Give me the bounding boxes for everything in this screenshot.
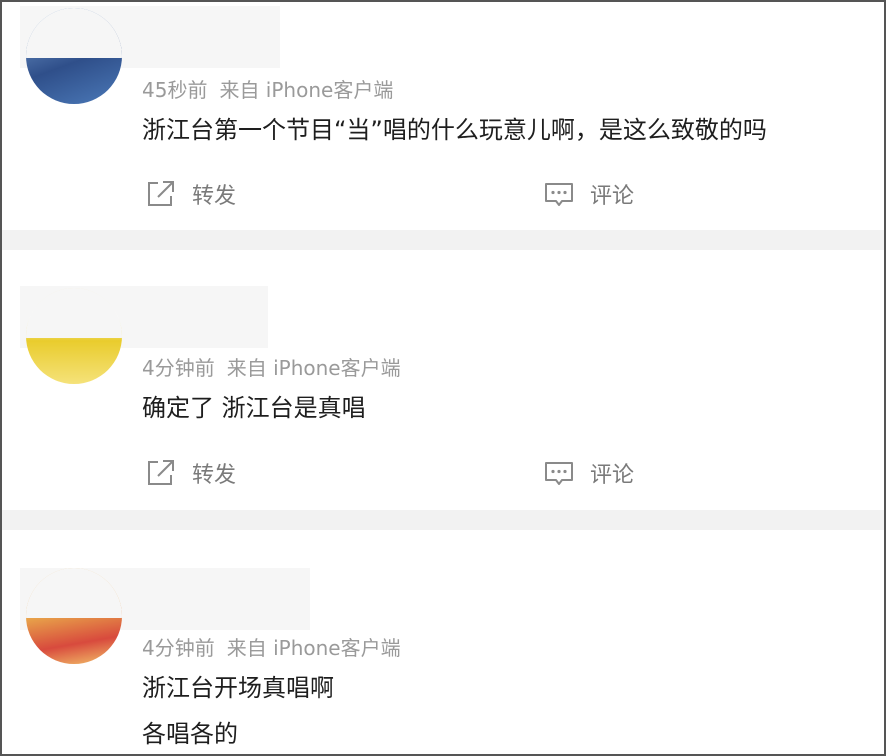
timestamp: 4分钟前 (142, 636, 215, 660)
post-text: 各唱各的 (142, 720, 238, 748)
repost-label: 转发 (192, 463, 237, 488)
comment-button[interactable]: 评论 (542, 174, 634, 214)
timestamp: 4分钟前 (142, 356, 215, 380)
post-3: 4分钟前 来自 iPhone客户端 浙江台开场真唱啊 各唱各的 (2, 530, 884, 754)
share-icon (148, 181, 174, 206)
post-meta: 4分钟前 来自 iPhone客户端 (142, 352, 401, 381)
post-divider (2, 230, 884, 250)
comment-label: 评论 (590, 463, 635, 488)
feed-frame: 45秒前 来自 iPhone客户端 浙江台第一个节目“当”唱的什么玩意儿啊，是这么… (0, 0, 886, 756)
timestamp: 45秒前 (142, 78, 208, 102)
post-source: 来自 iPhone客户端 (226, 356, 401, 380)
post-source: 来自 iPhone客户端 (226, 636, 401, 660)
post-actions: 转发 评论 (2, 453, 884, 493)
repost-label: 转发 (192, 184, 237, 209)
post-1: 45秒前 来自 iPhone客户端 浙江台第一个节目“当”唱的什么玩意儿啊，是这么… (2, 2, 884, 230)
post-text: 确定了 浙江台是真唱 (142, 394, 366, 422)
comment-button[interactable]: 评论 (542, 453, 634, 493)
comment-label: 评论 (590, 184, 635, 209)
post-text: 浙江台开场真唱啊 (142, 674, 334, 702)
avatar[interactable] (26, 288, 122, 384)
share-icon (148, 460, 174, 485)
avatar[interactable] (26, 8, 122, 104)
post-divider (2, 510, 884, 530)
post-meta: 4分钟前 来自 iPhone客户端 (142, 632, 401, 661)
comment-icon (545, 462, 573, 485)
post-2: 4分钟前 来自 iPhone客户端 确定了 浙江台是真唱 转发 评论 (2, 250, 884, 510)
comment-icon (545, 183, 573, 206)
post-actions: 转发 评论 (2, 174, 884, 214)
post-text: 浙江台第一个节目“当”唱的什么玩意儿啊，是这么致敬的吗 (142, 116, 767, 144)
repost-button[interactable]: 转发 (144, 453, 236, 493)
repost-button[interactable]: 转发 (144, 174, 236, 214)
post-source: 来自 iPhone客户端 (219, 78, 394, 102)
avatar[interactable] (26, 568, 122, 664)
post-meta: 45秒前 来自 iPhone客户端 (142, 74, 393, 103)
